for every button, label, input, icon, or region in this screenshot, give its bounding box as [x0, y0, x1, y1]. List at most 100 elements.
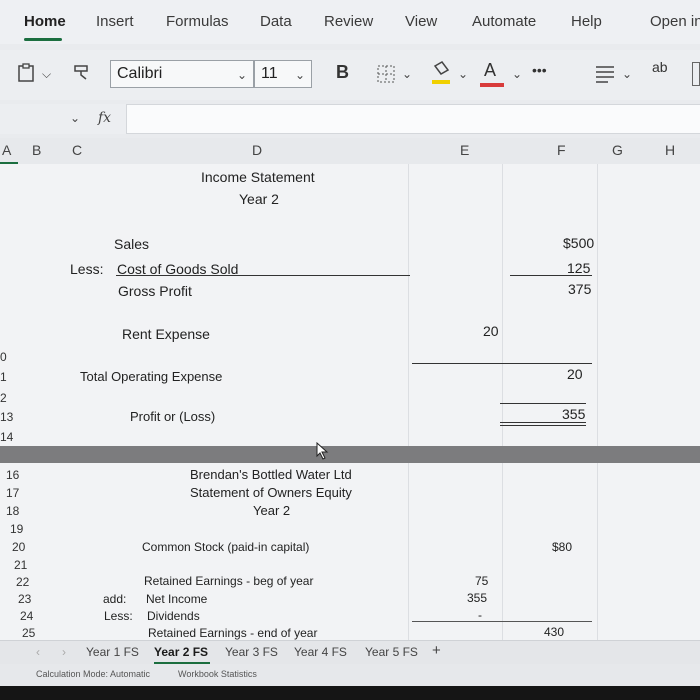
- cogs-value[interactable]: 125: [567, 260, 590, 276]
- profit-loss-label[interactable]: Profit or (Loss): [130, 409, 215, 424]
- net-income-value[interactable]: 355: [467, 591, 487, 605]
- font-color-button[interactable]: A: [484, 60, 496, 81]
- cogs-value-underline: [510, 275, 592, 276]
- tab-insert[interactable]: Insert: [96, 13, 134, 30]
- row-header[interactable]: 17: [6, 486, 19, 500]
- gross-profit-value[interactable]: 375: [568, 281, 591, 297]
- home-toolbar: ⌵ Calibri ⌄ 11 ⌄ B ⌄ ⌄ A ⌄ ••• ⌄ ab: [0, 50, 700, 100]
- bold-button[interactable]: B: [336, 62, 349, 83]
- column-header-h[interactable]: H: [665, 142, 675, 158]
- font-size-select[interactable]: 11 ⌄: [254, 60, 312, 88]
- retained-earnings-beg-value[interactable]: 75: [475, 574, 488, 588]
- retained-earnings-end-value[interactable]: 430: [544, 625, 564, 639]
- column-header-c[interactable]: C: [72, 142, 82, 158]
- column-header-f[interactable]: F: [557, 142, 566, 158]
- formula-input[interactable]: [126, 104, 700, 134]
- tab-help[interactable]: Help: [571, 13, 602, 30]
- total-opex-label[interactable]: Total Operating Expense: [80, 369, 222, 384]
- income-statement-year[interactable]: Year 2: [239, 191, 279, 207]
- column-header-a[interactable]: A: [2, 142, 11, 158]
- wrap-text-button[interactable]: ab: [652, 59, 668, 75]
- dividends-value[interactable]: -: [478, 608, 482, 622]
- overflow-icon[interactable]: [692, 62, 700, 86]
- row-header[interactable]: 19: [10, 522, 23, 536]
- chevron-down-icon[interactable]: ⌵: [42, 67, 51, 82]
- row-header[interactable]: 20: [12, 540, 25, 554]
- tab-review[interactable]: Review: [324, 13, 373, 30]
- row-header[interactable]: 13: [0, 410, 13, 424]
- tab-formulas[interactable]: Formulas: [166, 13, 229, 30]
- common-stock-label[interactable]: Common Stock (paid-in capital): [142, 540, 309, 554]
- retained-earnings-beg-label[interactable]: Retained Earnings - beg of year: [144, 574, 313, 588]
- rent-expense-value[interactable]: 20: [483, 323, 499, 339]
- clipboard-icon[interactable]: [16, 62, 38, 89]
- row-header[interactable]: 18: [6, 504, 19, 518]
- tab-data[interactable]: Data: [260, 13, 292, 30]
- total-opex-value[interactable]: 20: [567, 366, 583, 382]
- sheet-tab-year-3[interactable]: Year 3 FS: [225, 645, 278, 659]
- company-name[interactable]: Brendan's Bottled Water Ltd: [190, 467, 352, 482]
- column-header-b[interactable]: B: [32, 142, 41, 158]
- format-painter-icon[interactable]: [72, 63, 94, 88]
- fx-icon: fx: [98, 110, 112, 126]
- row-header[interactable]: 14: [0, 430, 13, 444]
- tab-home[interactable]: Home: [24, 13, 66, 30]
- income-statement-title[interactable]: Income Statement: [201, 169, 315, 185]
- retained-earnings-end-label[interactable]: Retained Earnings - end of year: [148, 626, 317, 640]
- row-header[interactable]: 2: [0, 391, 7, 405]
- workbook-statistics-button[interactable]: Workbook Statistics: [178, 669, 257, 679]
- align-icon[interactable]: [594, 64, 616, 89]
- sales-value[interactable]: $500: [563, 235, 594, 251]
- tab-open-in-app[interactable]: Open in: [650, 13, 700, 30]
- tab-automate[interactable]: Automate: [472, 13, 536, 30]
- tab-view[interactable]: View: [405, 13, 437, 30]
- calculation-mode-status[interactable]: Calculation Mode: Automatic: [36, 669, 150, 679]
- selected-row-band[interactable]: [0, 446, 700, 463]
- spreadsheet-grid[interactable]: 0 1 2 13 14 15 16 17 18 19 20 21 22 23 2…: [0, 164, 700, 642]
- add-label[interactable]: add:: [103, 592, 126, 606]
- scroll-right-icon[interactable]: ›: [62, 645, 66, 659]
- owners-equity-year[interactable]: Year 2: [253, 503, 290, 518]
- sheet-tab-year-2[interactable]: Year 2 FS: [154, 645, 208, 659]
- net-income-label[interactable]: Net Income: [146, 592, 207, 606]
- row-header[interactable]: 24: [20, 609, 33, 623]
- more-options-button[interactable]: •••: [532, 62, 547, 78]
- dividends-underline: [412, 621, 592, 622]
- owners-equity-title[interactable]: Statement of Owners Equity: [190, 485, 352, 500]
- chevron-down-icon[interactable]: ⌄: [458, 67, 468, 81]
- row-header[interactable]: 22: [16, 575, 29, 589]
- column-header-g[interactable]: G: [612, 142, 623, 158]
- sales-label[interactable]: Sales: [114, 236, 149, 252]
- column-header-d[interactable]: D: [252, 142, 262, 158]
- chevron-down-icon[interactable]: ⌄: [402, 67, 412, 81]
- chevron-down-icon[interactable]: ⌄: [512, 67, 522, 81]
- chevron-down-icon[interactable]: ⌄: [622, 67, 632, 81]
- sheet-tab-year-1[interactable]: Year 1 FS: [86, 645, 139, 659]
- dividends-label[interactable]: Dividends: [147, 609, 200, 623]
- common-stock-value[interactable]: $80: [552, 540, 572, 554]
- row-header[interactable]: 21: [14, 558, 27, 572]
- rent-expense-label[interactable]: Rent Expense: [122, 326, 210, 342]
- row-header[interactable]: 25: [22, 626, 35, 640]
- row-header[interactable]: 23: [18, 592, 31, 606]
- sheet-tab-year-4[interactable]: Year 4 FS: [294, 645, 347, 659]
- add-sheet-button[interactable]: +: [432, 642, 441, 659]
- row-header[interactable]: 0: [0, 350, 7, 364]
- scroll-left-icon[interactable]: ‹: [36, 645, 40, 659]
- screen-bottom-edge: [0, 686, 700, 700]
- less-label[interactable]: Less:: [70, 261, 103, 277]
- profit-loss-value[interactable]: 355: [562, 406, 585, 422]
- active-tab-indicator: [24, 38, 62, 41]
- gridline: [408, 164, 409, 642]
- less-dividends-label[interactable]: Less:: [104, 609, 133, 623]
- name-box-chevron-icon[interactable]: ⌄: [70, 111, 80, 125]
- row-header[interactable]: 16: [6, 468, 19, 482]
- fill-color-icon[interactable]: [430, 60, 452, 91]
- borders-icon[interactable]: [376, 64, 398, 89]
- opex-overline: [412, 363, 592, 364]
- gross-profit-label[interactable]: Gross Profit: [118, 283, 192, 299]
- row-header[interactable]: 1: [0, 370, 7, 384]
- sheet-tab-year-5[interactable]: Year 5 FS: [365, 645, 418, 659]
- font-name-select[interactable]: Calibri ⌄: [110, 60, 254, 88]
- column-header-e[interactable]: E: [460, 142, 469, 158]
